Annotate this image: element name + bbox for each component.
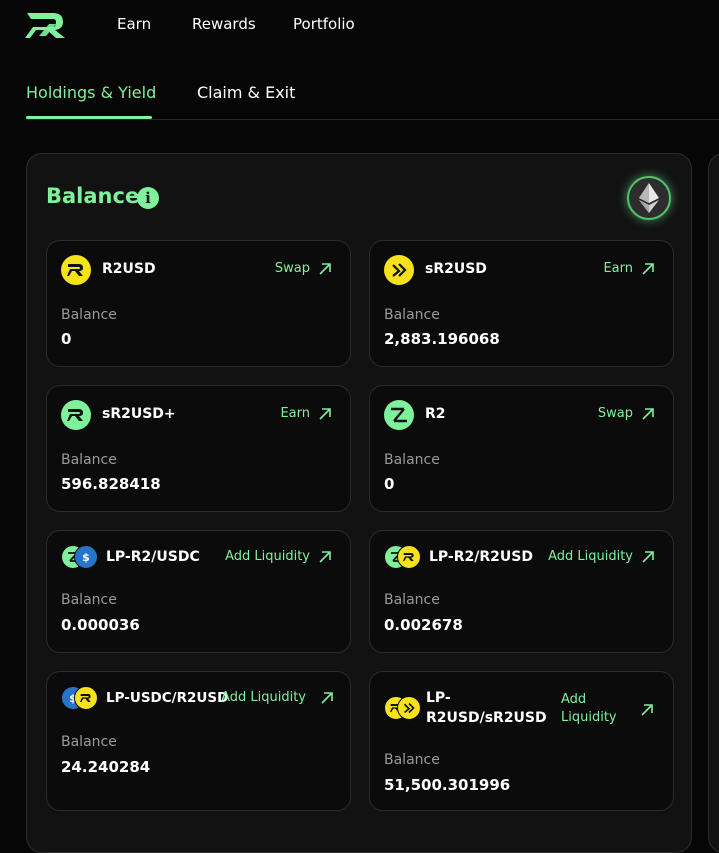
sr2usd-plus-icon (61, 400, 91, 430)
tab-divider (26, 119, 719, 120)
arrow-up-right-icon (642, 262, 654, 275)
balance-label: Balance (61, 734, 117, 750)
token-name-line2: R2USD/sR2USD (426, 710, 547, 726)
token-name: LP-USDC/R2USD (106, 690, 229, 706)
token-card-r2: R2 Swap Balance 0 (369, 385, 674, 512)
balance-title: Balance (46, 184, 140, 208)
balance-value: 0 (61, 330, 72, 348)
action-label-line2: Liquidity (561, 710, 617, 725)
balance-label: Balance (384, 307, 440, 323)
token-name: R2 (425, 406, 446, 422)
token-name: sR2USD (425, 261, 487, 277)
balance-label: Balance (61, 452, 117, 468)
arrow-up-right-icon (642, 550, 654, 563)
action-label: Earn (603, 261, 633, 276)
balance-value: 596.828418 (61, 475, 161, 493)
add-liquidity-button[interactable]: Add Liquidity (561, 691, 617, 727)
token-card-lp-r2-usdc: $ LP-R2/USDC Add Liquidity Balance 0.000… (46, 530, 351, 653)
token-name: LP- R2USD/sR2USD (426, 688, 547, 728)
balance-panel: Balance i R2USD Swap Balance 0 sR2USD Ea… (26, 153, 692, 853)
nav-rewards[interactable]: Rewards (192, 15, 256, 33)
action-label: Earn (280, 406, 310, 421)
arrow-up-right-icon (642, 407, 654, 420)
action-label: Add Liquidity (225, 549, 310, 564)
balance-value: 0.000036 (61, 616, 140, 634)
balance-label: Balance (384, 592, 440, 608)
token-card-sr2usd: sR2USD Earn Balance 2,883.196068 (369, 240, 674, 367)
token-name-line1: LP- (426, 690, 451, 706)
action-label: Swap (597, 406, 633, 421)
arrow-up-right-icon[interactable] (640, 703, 654, 717)
tab-claim-exit[interactable]: Claim & Exit (197, 83, 295, 102)
arrow-up-right-icon (319, 262, 331, 275)
ethereum-network-button[interactable] (627, 176, 671, 220)
swap-button[interactable]: Swap (275, 261, 332, 276)
action-label: Add Liquidity (221, 690, 306, 705)
action-label: Add Liquidity (548, 549, 633, 564)
lp-r2-usdc-icon: $ (61, 545, 101, 569)
balance-value: 2,883.196068 (384, 330, 500, 348)
info-icon[interactable]: i (137, 187, 159, 209)
add-liquidity-button[interactable]: Add Liquidity (225, 549, 332, 564)
balance-value: 24.240284 (61, 758, 151, 776)
earn-button[interactable]: Earn (280, 406, 332, 421)
add-liquidity-button[interactable]: Add Liquidity (548, 549, 655, 564)
tab-holdings-yield[interactable]: Holdings & Yield (26, 83, 156, 102)
side-panel (708, 153, 719, 853)
token-card-sr2usd-plus: sR2USD+ Earn Balance 596.828418 (46, 385, 351, 512)
r2-logo-icon[interactable] (25, 10, 75, 40)
token-card-lp-r2-r2usd: LP-R2/R2USD Add Liquidity Balance 0.0026… (369, 530, 674, 653)
ethereum-icon (639, 183, 659, 213)
token-name: sR2USD+ (102, 406, 176, 422)
balance-label: Balance (61, 307, 117, 323)
lp-r2usd-sr2usd-icon (384, 696, 424, 720)
r2usd-icon (61, 255, 91, 285)
balance-value: 0 (384, 475, 395, 493)
action-label-line1: Add (561, 692, 587, 707)
action-label: Swap (274, 261, 310, 276)
balance-value: 51,500.301996 (384, 776, 511, 794)
arrow-up-right-icon (321, 691, 333, 704)
earn-button[interactable]: Earn (603, 261, 655, 276)
balance-label: Balance (61, 592, 117, 608)
balance-label: Balance (384, 452, 440, 468)
token-name: LP-R2/R2USD (429, 549, 533, 565)
token-name: LP-R2/USDC (106, 549, 200, 565)
swap-button[interactable]: Swap (598, 406, 655, 421)
sr2usd-icon (384, 255, 414, 285)
add-liquidity-button[interactable]: Add Liquidity (221, 690, 334, 705)
balance-label: Balance (384, 752, 440, 768)
token-card-lp-r2usd-sr2usd: LP- R2USD/sR2USD Add Liquidity Balance 5… (369, 671, 674, 811)
lp-usdc-r2usd-icon: $ (61, 686, 101, 710)
arrow-up-right-icon (319, 407, 331, 420)
token-name: R2USD (102, 261, 156, 277)
token-card-r2usd: R2USD Swap Balance 0 (46, 240, 351, 367)
nav-portfolio[interactable]: Portfolio (293, 15, 355, 33)
token-card-lp-usdc-r2usd: $ LP-USDC/R2USD Add Liquidity Balance 24… (46, 671, 351, 811)
lp-r2-r2usd-icon (384, 545, 424, 569)
arrow-up-right-icon (319, 550, 331, 563)
balance-value: 0.002678 (384, 616, 463, 634)
nav-earn[interactable]: Earn (117, 15, 151, 33)
r2-icon (384, 400, 414, 430)
